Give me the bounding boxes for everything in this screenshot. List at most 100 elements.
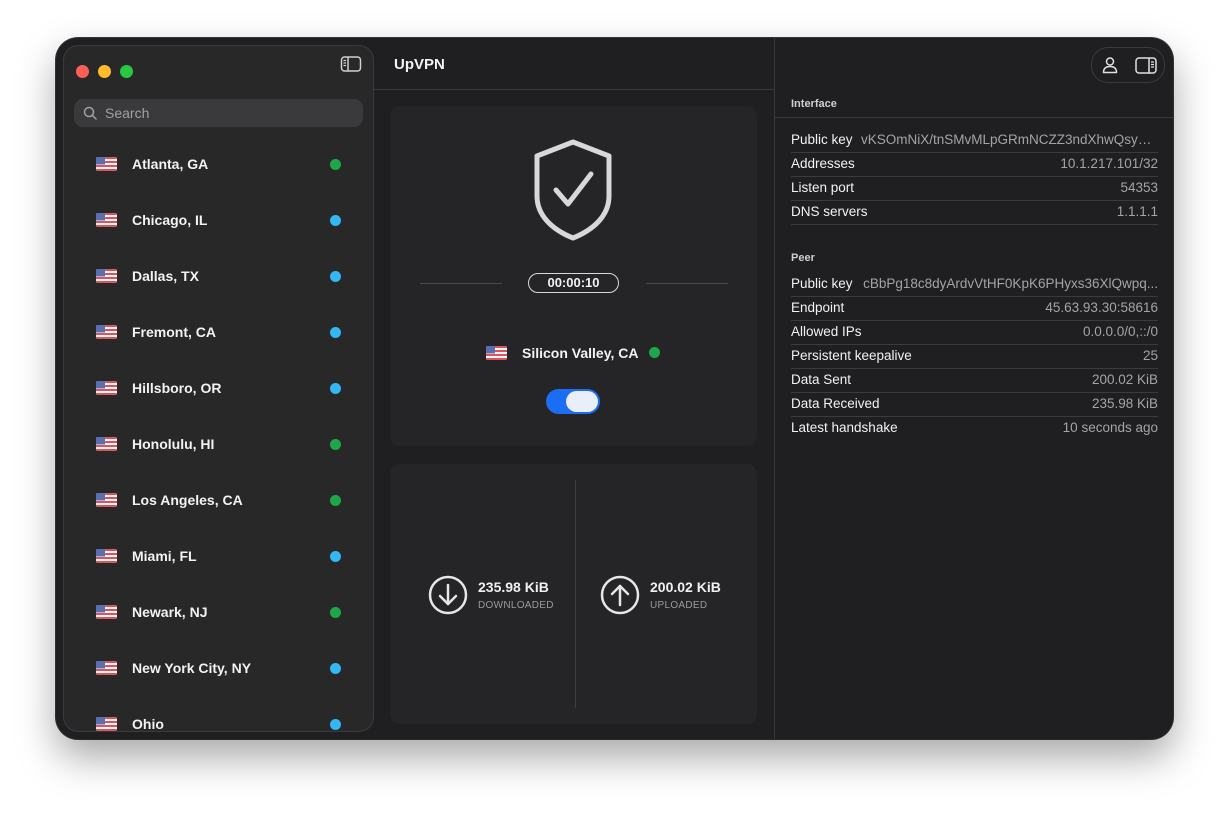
location-status-dot <box>330 606 341 618</box>
uploaded-label: UPLOADED <box>650 600 708 611</box>
detail-value: 45.63.93.30:58616 <box>1045 300 1158 315</box>
peer-section-title: Peer <box>791 252 815 264</box>
location-item[interactable]: Hillsboro, OR <box>64 360 373 416</box>
us-flag-icon <box>96 437 117 451</box>
detail-value: 10 seconds ago <box>1062 420 1158 435</box>
minimize-window-button[interactable] <box>98 65 111 78</box>
detail-value: 54353 <box>1120 180 1158 195</box>
toolbar-divider <box>374 89 774 90</box>
location-status-dot <box>330 550 341 562</box>
location-name: Los Angeles, CA <box>132 492 243 508</box>
location-name: Newark, NJ <box>132 604 208 620</box>
location-name: Hillsboro, OR <box>132 380 222 396</box>
location-item[interactable]: New York City, NY <box>64 640 373 696</box>
app-window: Atlanta, GA Chicago, IL Dallas, TX Fremont,… <box>56 38 1173 739</box>
current-location-status <box>649 347 660 358</box>
location-status-dot <box>330 718 341 730</box>
detail-key: Latest handshake <box>791 420 898 435</box>
us-flag-icon <box>96 269 117 283</box>
us-flag-icon <box>96 157 117 171</box>
location-name: Ohio <box>132 716 164 731</box>
detail-row: Allowed IPs 0.0.0.0/0,::/0 <box>791 320 1158 345</box>
location-item[interactable]: Dallas, TX <box>64 248 373 304</box>
detail-row: Endpoint 45.63.93.30:58616 <box>791 296 1158 321</box>
location-status-dot <box>330 438 341 450</box>
upload-arrow-icon <box>600 575 640 615</box>
transfer-divider <box>575 480 576 708</box>
location-status-dot <box>330 214 341 226</box>
location-item[interactable]: Honolulu, HI <box>64 416 373 472</box>
detail-row: Persistent keepalive 25 <box>791 344 1158 369</box>
detail-value: 25 <box>1142 348 1158 363</box>
location-item[interactable]: Chicago, IL <box>64 192 373 248</box>
detail-value: vKSOmNiX/tnSMvMLpGRmNCZZ3ndXhwQsy4p... <box>861 132 1158 147</box>
location-status-dot <box>330 270 341 282</box>
search-bar <box>74 99 363 127</box>
app-title: UpVPN <box>394 56 445 73</box>
inspector-toggle-icon[interactable] <box>1135 57 1157 74</box>
location-item[interactable]: Miami, FL <box>64 528 373 584</box>
detail-key: Public key <box>791 276 853 291</box>
sidebar: Atlanta, GA Chicago, IL Dallas, TX Fremont,… <box>64 46 373 731</box>
us-flag-icon <box>96 493 117 507</box>
location-name: Chicago, IL <box>132 212 208 228</box>
zoom-window-button[interactable] <box>120 65 133 78</box>
location-item[interactable]: Fremont, CA <box>64 304 373 360</box>
sidebar-toggle-icon[interactable] <box>340 55 362 73</box>
detail-value: 1.1.1.1 <box>1116 204 1158 219</box>
location-name: New York City, NY <box>132 660 252 676</box>
location-status-dot <box>330 494 341 506</box>
downloaded-value: 235.98 KiB <box>478 579 549 595</box>
location-status-dot <box>330 662 341 674</box>
close-window-button[interactable] <box>76 65 89 78</box>
location-status-dot <box>330 326 341 338</box>
location-status-dot <box>330 382 341 394</box>
detail-value: 235.98 KiB <box>1091 396 1158 411</box>
location-item[interactable]: Atlanta, GA <box>64 136 373 192</box>
us-flag-icon <box>96 661 117 675</box>
detail-row: DNS servers 1.1.1.1 <box>791 200 1158 225</box>
location-item[interactable]: Ohio <box>64 696 373 731</box>
detail-value: cBbPg18c8dyArdvVtHF0KpK6PHyxs36XlQwpq... <box>863 276 1158 291</box>
detail-key: Persistent keepalive <box>791 348 912 363</box>
current-location-name: Silicon Valley, CA <box>522 345 639 361</box>
vpn-toggle-knob <box>566 391 598 412</box>
detail-key: Listen port <box>791 180 855 195</box>
us-flag-icon <box>96 605 117 619</box>
location-list: Atlanta, GA Chicago, IL Dallas, TX Fremont,… <box>64 136 373 731</box>
detail-key: Data Received <box>791 396 880 411</box>
window-controls <box>76 65 133 78</box>
us-flag-icon <box>96 549 117 563</box>
detail-value: 200.02 KiB <box>1091 372 1158 387</box>
detail-row: Data Sent 200.02 KiB <box>791 368 1158 393</box>
interface-divider <box>775 117 1173 118</box>
timer-right-line <box>646 283 728 284</box>
downloaded-label: DOWNLOADED <box>478 600 554 611</box>
shield-check-icon <box>534 139 612 241</box>
detail-key: Allowed IPs <box>791 324 862 339</box>
us-flag-icon <box>96 325 117 339</box>
transfer-card: 235.98 KiB DOWNLOADED 200.02 KiB UPLOADE… <box>390 464 757 724</box>
person-icon[interactable] <box>1101 56 1119 74</box>
detail-row: Listen port 54353 <box>791 176 1158 201</box>
search-icon <box>83 106 97 120</box>
location-status-dot <box>330 158 341 170</box>
us-flag-icon <box>96 381 117 395</box>
us-flag-icon <box>96 213 117 227</box>
detail-row: Data Received 235.98 KiB <box>791 392 1158 417</box>
vpn-toggle[interactable] <box>546 389 600 414</box>
location-item[interactable]: Los Angeles, CA <box>64 472 373 528</box>
location-name: Atlanta, GA <box>132 156 209 172</box>
detail-key: Endpoint <box>791 300 845 315</box>
location-item[interactable]: Newark, NJ <box>64 584 373 640</box>
location-name: Miami, FL <box>132 548 197 564</box>
search-input[interactable] <box>103 104 347 122</box>
connection-timer: 00:00:10 <box>528 273 619 293</box>
detail-value: 0.0.0.0/0,::/0 <box>1082 324 1158 339</box>
detail-value: 10.1.217.101/32 <box>1060 156 1158 171</box>
current-location: Silicon Valley, CA <box>390 343 757 363</box>
detail-key: Addresses <box>791 156 855 171</box>
location-name: Dallas, TX <box>132 268 199 284</box>
us-flag-icon <box>486 346 507 360</box>
detail-key: Public key <box>791 132 853 147</box>
